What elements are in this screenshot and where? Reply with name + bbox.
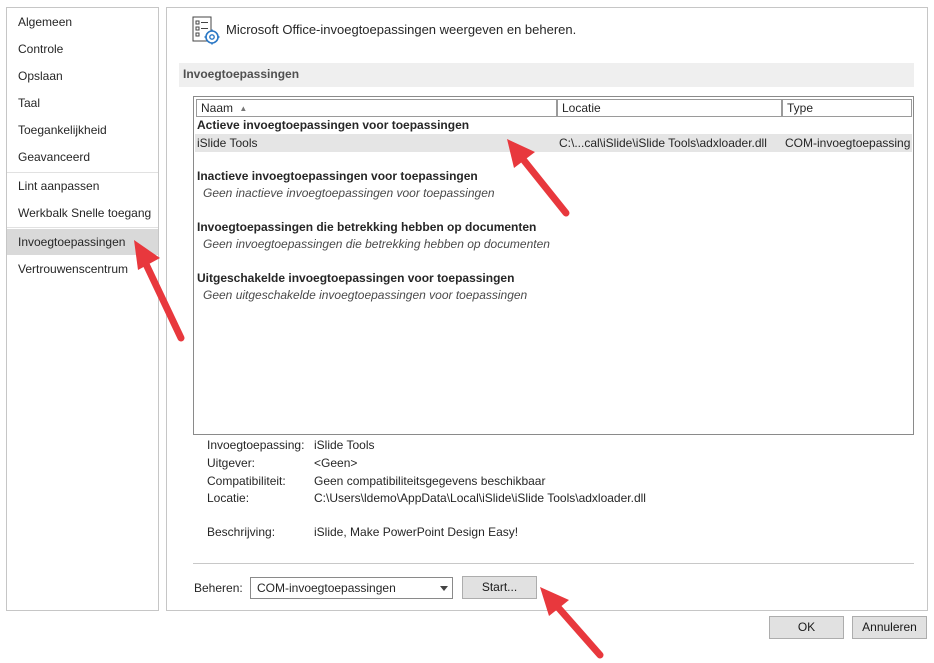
section-title: Invoegtoepassingen [183,67,300,81]
divider [193,563,914,564]
nav-item-vertrouwenscentrum[interactable]: Vertrouwenscentrum [7,256,158,282]
nav-item-lint-aanpassen[interactable]: Lint aanpassen [7,173,158,199]
nav-item-invoegtoepassingen[interactable]: Invoegtoepassingen [7,229,158,255]
nav-item-controle[interactable]: Controle [7,36,158,62]
ok-button[interactable]: OK [769,616,844,639]
addins-settings-icon [192,16,220,45]
chevron-down-icon [440,586,448,591]
nav-divider [7,227,158,228]
cancel-button[interactable]: Annuleren [852,616,927,639]
detail-compat-value: Geen compatibiliteitsgegevens beschikbaa… [314,474,546,488]
detail-compat-label: Compatibiliteit: [207,474,286,488]
cell-name: iSlide Tools [197,136,258,150]
column-header-naam[interactable]: Naam ▲ [196,99,557,117]
detail-location-value: C:\Users\ldemo\AppData\Local\iSlide\iSli… [314,491,646,505]
column-header-label: Naam [201,101,234,115]
manage-dropdown-value: COM-invoegtoepassingen [257,581,396,595]
detail-publisher-value: <Geen> [314,456,358,470]
group-empty-documents: Geen invoegtoepassingen die betrekking h… [203,237,550,251]
page-title: Microsoft Office-invoegtoepassingen weer… [226,22,577,37]
group-empty-disabled: Geen uitgeschakelde invoegtoepassingen v… [203,288,528,302]
nav-item-opslaan[interactable]: Opslaan [7,63,158,89]
column-header-type[interactable]: Type [782,99,912,117]
detail-location-label: Locatie: [207,491,250,505]
table-row[interactable]: iSlide Tools C:\...cal\iSlide\iSlide Too… [195,134,912,152]
manage-label: Beheren: [194,581,243,595]
detail-description-label: Beschrijving: [207,525,276,539]
detail-addin-value: iSlide Tools [314,438,375,452]
group-title-disabled: Uitgeschakelde invoegtoepassingen voor t… [197,271,515,285]
group-title-inactive: Inactieve invoegtoepassingen voor toepas… [197,169,478,183]
nav-item-taal[interactable]: Taal [7,90,158,116]
nav-item-algemeen[interactable]: Algemeen [7,9,158,35]
detail-publisher-label: Uitgever: [207,456,256,470]
detail-addin-label: Invoegtoepassing: [207,438,305,452]
cell-location: C:\...cal\iSlide\iSlide Tools\adxloader.… [559,136,767,150]
column-header-locatie[interactable]: Locatie [557,99,782,117]
detail-description-value: iSlide, Make PowerPoint Design Easy! [314,525,519,539]
manage-dropdown[interactable]: COM-invoegtoepassingen [250,577,453,599]
start-button[interactable]: Start... [462,576,537,599]
nav-item-werkbalk-snelle-toegang[interactable]: Werkbalk Snelle toegang [7,200,158,226]
group-empty-inactive: Geen inactieve invoegtoepassingen voor t… [203,186,495,200]
group-title-documents: Invoegtoepassingen die betrekking hebben… [197,220,537,234]
cell-type: COM-invoegtoepassing [785,136,911,150]
addins-list[interactable]: Naam ▲ Locatie Type Actieve invoegtoepas… [193,96,914,435]
nav-item-geavanceerd[interactable]: Geavanceerd [7,144,158,170]
group-title-active: Actieve invoegtoepassingen voor toepassi… [197,118,470,132]
sort-ascending-icon: ▲ [239,104,248,113]
options-nav: Algemeen Controle Opslaan Taal Toegankel… [6,7,159,611]
nav-item-toegankelijkheid[interactable]: Toegankelijkheid [7,117,158,143]
